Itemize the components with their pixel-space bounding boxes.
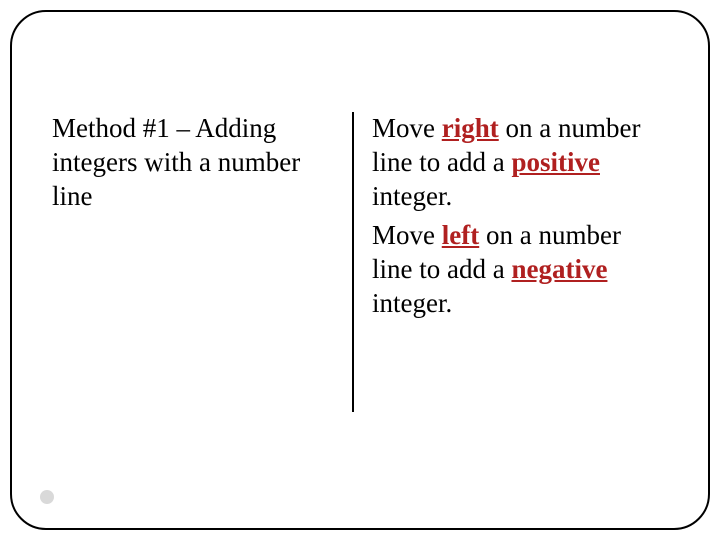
- text: Move: [372, 220, 442, 250]
- right-column: Move right on a number line to add a pos…: [352, 112, 652, 327]
- keyword-positive: positive: [511, 147, 600, 177]
- content-row: Method #1 – Adding integers with a numbe…: [52, 112, 668, 327]
- decorative-dot-icon: [40, 490, 54, 504]
- left-column: Method #1 – Adding integers with a numbe…: [52, 112, 352, 327]
- keyword-negative: negative: [511, 254, 607, 284]
- keyword-left: left: [442, 220, 479, 250]
- text: Move: [372, 113, 442, 143]
- rule-positive: Move right on a number line to add a pos…: [372, 112, 652, 213]
- text: integer.: [372, 181, 452, 211]
- slide-frame: Method #1 – Adding integers with a numbe…: [10, 10, 710, 530]
- text: integer.: [372, 288, 452, 318]
- method-heading: Method #1 – Adding integers with a numbe…: [52, 112, 342, 213]
- rule-negative: Move left on a number line to add a nega…: [372, 219, 652, 320]
- keyword-right: right: [442, 113, 499, 143]
